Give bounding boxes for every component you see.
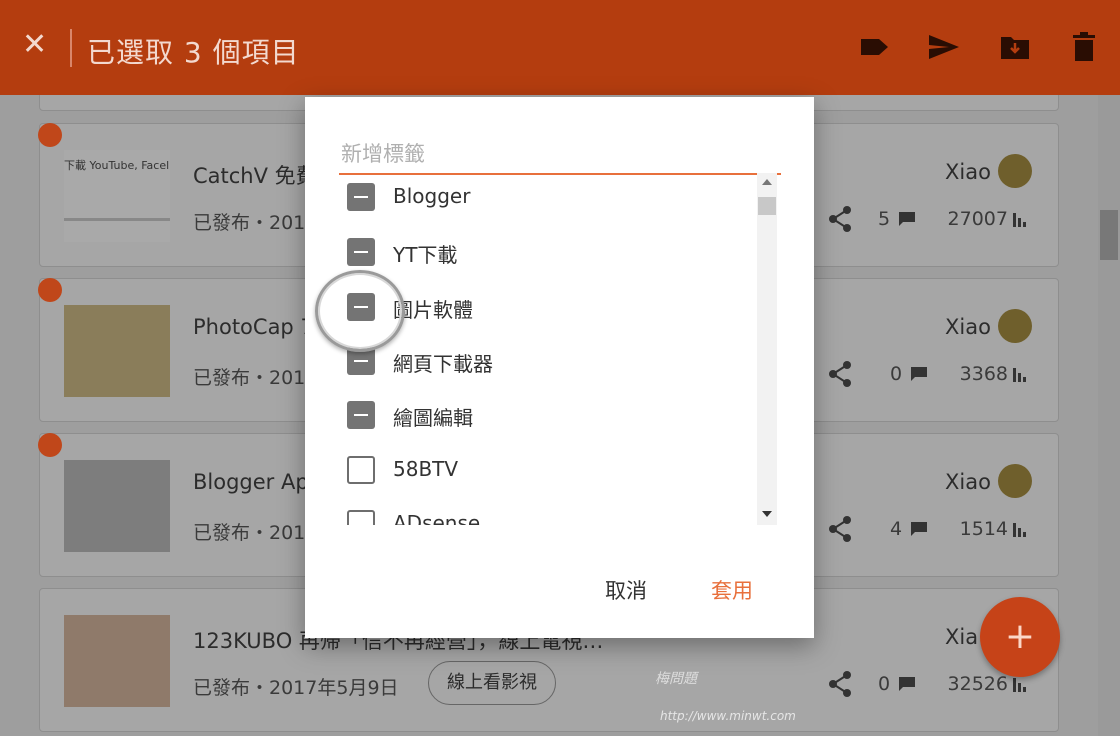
watermark-url: http://www.minwt.com [660, 709, 796, 723]
post-thumbnail: 下載 YouTube, Facel 線上影片 [64, 150, 170, 242]
label-list: Blogger YT下載 圖片軟體 網頁下載器 繪圖編輯 58BTV ADsen… [339, 173, 779, 525]
post-thumbnail [64, 305, 170, 397]
comment-count: 5 [878, 208, 891, 230]
label-checkbox[interactable] [347, 183, 375, 211]
author-avatar [998, 309, 1032, 343]
label-checkbox[interactable] [347, 456, 375, 484]
label-name: 圖片軟體 [393, 298, 473, 322]
post-title[interactable]: CatchV 免費 [193, 160, 317, 190]
label-checkbox[interactable] [347, 238, 375, 266]
author-name: Xiao [945, 470, 991, 494]
selected-check-icon[interactable] [38, 433, 62, 457]
apply-button[interactable]: 套用 [711, 575, 753, 605]
comment-count: 4 [890, 518, 903, 540]
author-name: Xiao [945, 315, 991, 339]
label-icon[interactable] [858, 30, 892, 64]
stats-icon [1013, 368, 1026, 382]
post-title[interactable]: PhotoCap 7 [193, 315, 314, 339]
label-list-scrollbar-thumb[interactable] [758, 197, 776, 215]
label-name: Blogger [393, 184, 471, 208]
thumbnail-rule [64, 218, 170, 221]
share-icon[interactable] [825, 359, 855, 389]
new-post-button[interactable]: + [980, 597, 1060, 677]
author-avatar [998, 154, 1032, 188]
view-count: 27007 [947, 208, 1008, 230]
post-status: 已發布・201 [193, 522, 306, 544]
share-icon[interactable] [825, 669, 855, 699]
stats-icon [1013, 523, 1026, 537]
comment-count: 0 [890, 363, 903, 385]
move-to-folder-icon[interactable] [998, 30, 1032, 64]
cancel-button[interactable]: 取消 [605, 575, 647, 605]
label-item[interactable]: YT下載 [339, 232, 749, 272]
label-name: 網頁下載器 [393, 352, 493, 376]
label-item[interactable]: 繪圖編輯 [339, 395, 749, 435]
author-avatar [998, 464, 1032, 498]
label-list-scrollbar[interactable] [757, 173, 777, 525]
label-dialog: Blogger YT下載 圖片軟體 網頁下載器 繪圖編輯 58BTV ADsen… [305, 97, 814, 638]
label-name: 58BTV [393, 457, 459, 481]
label-name: YT下載 [393, 243, 458, 267]
comment-icon [899, 677, 915, 691]
label-checkbox[interactable] [347, 510, 375, 525]
author-name: Xia [945, 625, 979, 649]
close-icon[interactable]: ✕ [22, 30, 50, 60]
comment-icon [911, 522, 927, 536]
label-name: ADsense [393, 511, 481, 525]
post-status: 已發布・2017年5月9日 [193, 677, 399, 699]
selection-title: 已選取 3 個項目 [87, 36, 300, 69]
send-icon[interactable] [927, 30, 961, 64]
post-title[interactable]: Blogger Ap [193, 470, 309, 494]
label-item[interactable]: 58BTV [339, 450, 749, 490]
view-count: 3368 [959, 363, 1008, 385]
label-name: 繪圖編輯 [393, 406, 473, 430]
scroll-up-arrow-icon[interactable] [762, 179, 772, 185]
watermark-logo: 梅問題 [655, 671, 697, 687]
post-thumbnail [64, 615, 170, 707]
click-highlight-ring [315, 270, 405, 352]
selected-check-icon[interactable] [38, 123, 62, 147]
selection-toolbar: ✕ 已選取 3 個項目 [0, 0, 1120, 95]
page-scrollbar[interactable] [1098, 95, 1120, 736]
view-count: 32526 [947, 673, 1008, 695]
post-thumbnail [64, 460, 170, 552]
label-item[interactable]: Blogger [339, 177, 749, 217]
share-icon[interactable] [825, 514, 855, 544]
comment-count: 0 [878, 673, 891, 695]
author-name: Xiao [945, 160, 991, 184]
share-icon[interactable] [825, 204, 855, 234]
label-item[interactable]: ADsense [339, 504, 749, 525]
comment-icon [899, 212, 915, 226]
label-checkbox[interactable] [347, 401, 375, 429]
stats-icon [1013, 678, 1026, 692]
thumbnail-text: 下載 YouTube, Facel 線上影片 [64, 159, 170, 172]
page-scrollbar-thumb[interactable] [1100, 210, 1118, 260]
view-count: 1514 [959, 518, 1008, 540]
post-status: 已發布・201 [193, 212, 306, 234]
stats-icon [1013, 213, 1026, 227]
label-item[interactable]: 網頁下載器 [339, 341, 749, 381]
new-label-input[interactable] [339, 139, 781, 175]
delete-icon[interactable] [1067, 30, 1101, 64]
comment-icon [911, 367, 927, 381]
post-label-chip[interactable]: 線上看影視 [428, 661, 556, 705]
post-status: 已發布・201 [193, 367, 306, 389]
selected-check-icon[interactable] [38, 278, 62, 302]
scroll-down-arrow-icon[interactable] [762, 511, 772, 517]
toolbar-divider [70, 29, 72, 67]
